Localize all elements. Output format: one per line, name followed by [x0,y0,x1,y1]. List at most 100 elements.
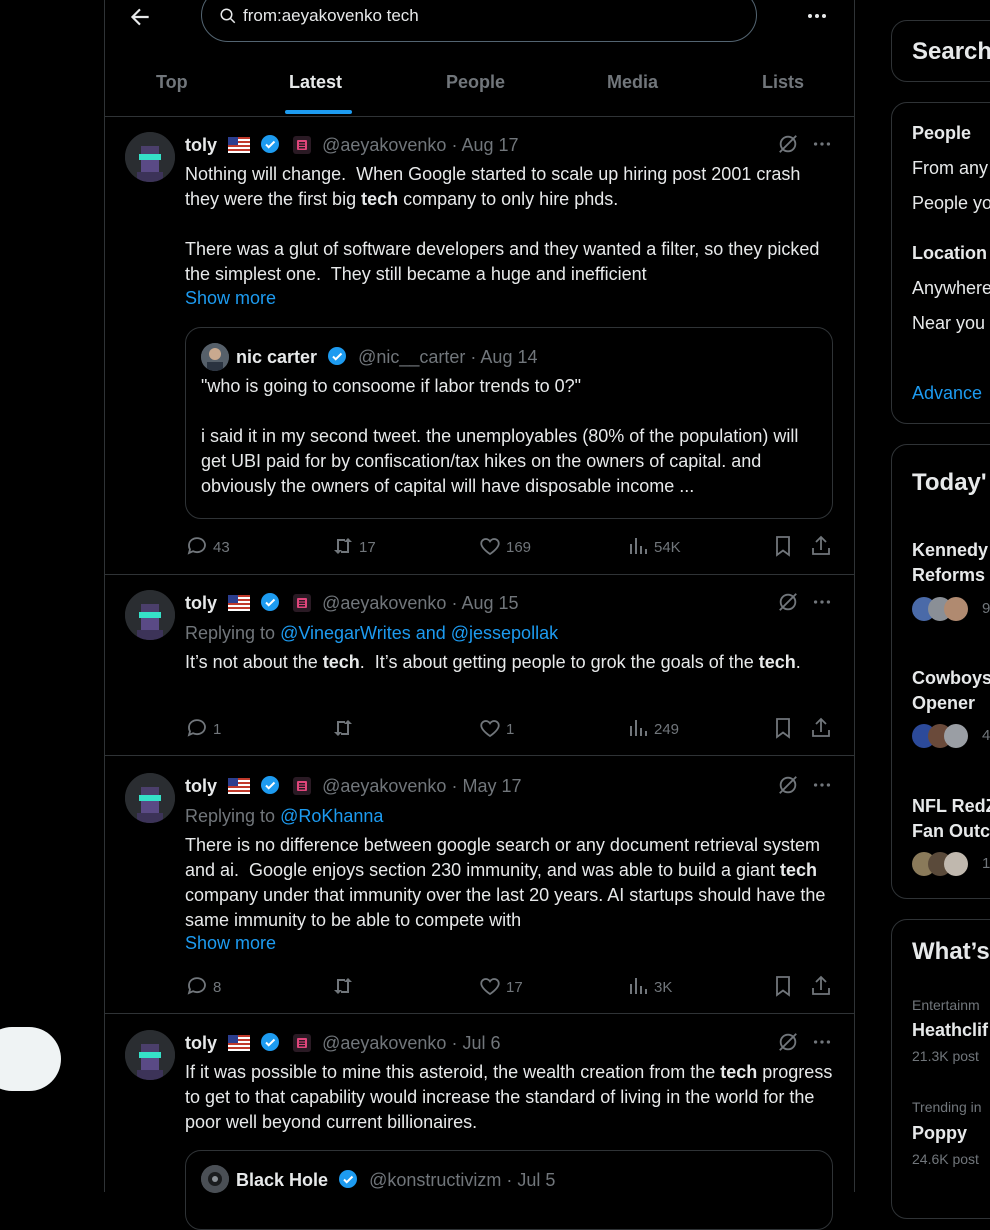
avatar[interactable] [125,590,175,640]
repost-icon [334,720,352,736]
trend-topic[interactable]: Heathclif [912,1020,988,1041]
tweet[interactable]: toly @aeyakovenko · Aug 15 Replying to @… [105,575,854,756]
reply-icon [187,719,206,737]
filter-from-anyone[interactable]: From any [912,158,988,179]
handle[interactable]: @aeyakovenko [322,593,446,613]
bookmark-button[interactable] [771,716,795,740]
search-tabs: Top Latest People Media Lists [105,62,854,116]
timestamp[interactable]: · Aug 17 [451,135,518,155]
grok-icon[interactable] [777,1031,799,1053]
affiliate-badge-icon[interactable] [293,1034,312,1057]
news-item[interactable]: Kennedy Reforms [912,538,988,588]
share-button[interactable] [809,716,833,740]
like-count: 169 [506,539,532,556]
us-flag-icon [228,1035,251,1056]
verified-badge-icon[interactable] [260,592,280,617]
search-input[interactable]: from:aeyakovenko tech [201,0,757,42]
show-more-link[interactable]: Show more [185,288,276,309]
handle[interactable]: @aeyakovenko [322,135,446,155]
reply-button[interactable]: 43 [185,534,245,558]
back-arrow-icon[interactable] [127,4,153,30]
grok-icon[interactable] [777,133,799,155]
reply-icon [187,537,206,555]
trend-topic[interactable]: Poppy [912,1123,967,1144]
tweet[interactable]: toly @aeyakovenko · Aug 17 Nothing will … [105,117,854,575]
replying-to-link[interactable]: @VinegarWrites and @jessepollak [280,623,558,643]
views-icon [630,720,647,736]
timestamp[interactable]: · May 17 [451,776,521,796]
floating-button[interactable] [0,1027,61,1091]
views-count: 3K [654,979,673,996]
display-name[interactable]: toly [185,776,217,796]
repost-button[interactable] [331,716,391,740]
quoted-tweet[interactable]: Black Hole @konstructivizm · Jul 5 [185,1150,833,1230]
reply-button[interactable]: 1 [185,716,245,740]
handle[interactable]: @aeyakovenko [322,776,446,796]
us-flag-icon [228,778,251,799]
repost-button[interactable] [331,974,391,998]
more-icon[interactable] [811,133,833,155]
tweet[interactable]: toly @aeyakovenko · Jul 6 If it was poss… [105,1015,854,1230]
more-icon[interactable] [811,774,833,796]
more-options-icon[interactable] [805,4,829,28]
share-button[interactable] [809,974,833,998]
news-avatars [912,595,972,623]
share-button[interactable] [809,534,833,558]
handle[interactable]: @aeyakovenko [322,1033,446,1053]
affiliate-badge-icon[interactable] [293,777,312,800]
display-name[interactable]: toly [185,1033,217,1053]
tab-latest[interactable]: Latest [289,72,342,93]
timestamp[interactable]: · Aug 15 [451,593,518,613]
share-icon [812,717,830,737]
filter-people-you-follow[interactable]: People yo [912,193,990,214]
tab-lists[interactable]: Lists [762,72,804,93]
tweet[interactable]: toly @aeyakovenko · May 17 Replying to @… [105,758,854,1014]
avatar[interactable] [125,132,175,182]
repost-icon [334,978,352,994]
like-button[interactable]: 169 [478,534,538,558]
advanced-search-link[interactable]: Advance [912,383,982,404]
filter-near-you[interactable]: Near you [912,313,985,334]
affiliate-badge-icon[interactable] [293,594,312,617]
timestamp[interactable]: · Jul 6 [451,1033,500,1053]
repost-button[interactable]: 17 [331,534,391,558]
avatar[interactable] [125,1030,175,1080]
like-button[interactable]: 1 [478,716,538,740]
news-post-count: 1 [982,855,990,872]
grok-icon[interactable] [777,774,799,796]
like-button[interactable]: 17 [478,974,538,998]
news-item[interactable]: Cowboys Opener [912,666,990,716]
news-post-count: 9 [982,600,990,617]
tab-people[interactable]: People [446,72,505,93]
filter-anywhere[interactable]: Anywhere [912,278,990,299]
views-button[interactable]: 3K [626,974,696,998]
affiliate-badge-icon[interactable] [293,136,312,159]
more-icon[interactable] [811,591,833,613]
views-button[interactable]: 249 [626,716,696,740]
replying-to-link[interactable]: @RoKhanna [280,806,383,826]
views-button[interactable]: 54K [626,534,696,558]
tab-top[interactable]: Top [156,72,188,93]
quote-display-name: Black Hole [236,1170,329,1190]
verified-badge-icon[interactable] [260,134,280,159]
quoted-tweet[interactable]: nic carter @nic__carter · Aug 14 "who is… [185,327,833,519]
tweet-header: toly @aeyakovenko · Aug 17 [185,134,519,156]
tab-media[interactable]: Media [607,72,658,93]
avatar[interactable] [125,773,175,823]
display-name[interactable]: toly [185,135,217,155]
bookmark-button[interactable] [771,534,795,558]
grok-icon[interactable] [777,591,799,613]
verified-badge-icon[interactable] [260,775,280,800]
bookmark-button[interactable] [771,974,795,998]
tweet-header: toly @aeyakovenko · May 17 [185,775,521,797]
display-name[interactable]: toly [185,593,217,613]
trend-category: Entertainm [912,997,980,1013]
show-more-link[interactable]: Show more [185,933,276,954]
trend-category: Trending in [912,1099,982,1115]
reply-button[interactable]: 8 [185,974,245,998]
verified-badge-icon[interactable] [260,1032,280,1057]
more-icon[interactable] [811,1031,833,1053]
news-item[interactable]: NFL RedZ Fan Outc [912,794,990,844]
tweet-header: toly @aeyakovenko · Jul 6 [185,1032,500,1054]
active-tab-indicator [285,110,352,114]
